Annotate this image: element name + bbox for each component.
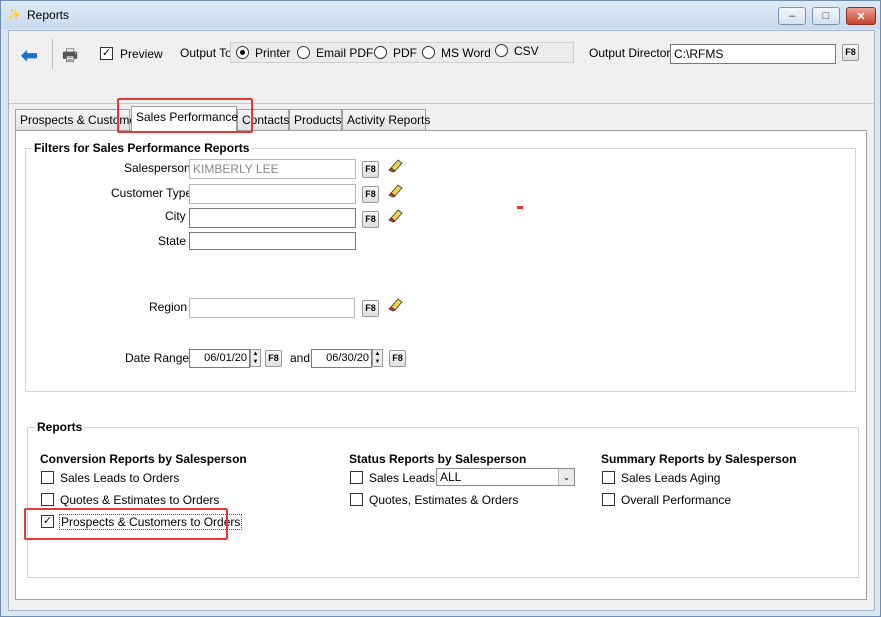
printer-icon[interactable]: 🖶 [62, 43, 78, 72]
customer-type-field[interactable] [189, 184, 356, 204]
sales-leads-filter-value: ALL [440, 470, 462, 484]
output-directory-label: Output Directory [589, 46, 677, 60]
radio-ms-word-label: MS Word [441, 46, 491, 60]
title-bar: ✨ Reports – □ ✕ [1, 1, 880, 29]
overall-performance-label: Overall Performance [621, 493, 732, 507]
highlight-prospects-customers-option [24, 508, 228, 540]
preview-label: Preview [120, 47, 163, 61]
date-from-f8-button[interactable]: F8 [265, 350, 282, 367]
salesperson-label: Salesperson [124, 161, 191, 175]
clear-salesperson-icon[interactable] [388, 157, 404, 173]
preview-checkbox[interactable]: ✓ [100, 47, 113, 60]
radio-pdf[interactable] [374, 46, 387, 59]
date-to-field[interactable]: 06/30/20 [311, 349, 372, 368]
minimize-button[interactable]: – [778, 7, 806, 25]
output-to-group: Printer Email PDF PDF MS Word CSV [230, 42, 574, 63]
radio-ms-word[interactable] [422, 46, 435, 59]
city-field[interactable] [189, 208, 356, 228]
tab-prospects-customers[interactable]: Prospects & Customers [15, 109, 146, 131]
output-to-label: Output To [180, 46, 232, 60]
date-range-label: Date Range [125, 351, 190, 365]
radio-printer-label: Printer [255, 46, 291, 60]
tab-products[interactable]: Products [289, 109, 342, 131]
reports-window: ✨ Reports – □ ✕ ⬅ 🖶 ✓ Preview Output To … [0, 0, 881, 617]
radio-email-pdf[interactable] [297, 46, 310, 59]
city-f8-button[interactable]: F8 [362, 211, 379, 228]
back-arrow-icon[interactable]: ⬅ [21, 43, 38, 68]
salesperson-field[interactable]: KIMBERLY LEE [189, 159, 356, 179]
customer-type-f8-button[interactable]: F8 [362, 186, 379, 203]
radio-pdf-label: PDF [393, 46, 417, 60]
toolbar: ⬅ 🖶 ✓ Preview Output To Printer Email PD… [9, 31, 874, 104]
region-field[interactable] [189, 298, 355, 318]
sales-leads-aging-checkbox[interactable] [602, 471, 615, 484]
salesperson-f8-button[interactable]: F8 [362, 161, 379, 178]
clear-region-icon[interactable] [388, 296, 404, 312]
and-label: and [290, 351, 311, 365]
radio-csv[interactable] [495, 44, 508, 57]
radio-printer[interactable] [236, 46, 249, 59]
state-field[interactable] [189, 232, 356, 250]
reports-title: Reports [35, 420, 85, 434]
filters-title: Filters for Sales Performance Reports [32, 141, 252, 155]
close-button[interactable]: ✕ [846, 7, 876, 25]
region-f8-button[interactable]: F8 [362, 300, 379, 317]
red-marker [517, 206, 523, 209]
quotes-estimates-to-orders-checkbox[interactable] [41, 493, 54, 506]
toolbar-divider [52, 39, 53, 69]
sales-leads-aging-label: Sales Leads Aging [621, 471, 721, 485]
status-sales-leads-checkbox[interactable] [350, 471, 363, 484]
state-label: State [158, 234, 187, 248]
date-to-spinner[interactable]: ▲ ▼ [372, 349, 383, 367]
status-sales-leads-label: Sales Leads [369, 471, 436, 485]
sales-leads-to-orders-checkbox[interactable] [41, 471, 54, 484]
status-heading: Status Reports by Salesperson [349, 452, 527, 466]
date-to-f8-button[interactable]: F8 [389, 350, 406, 367]
chevron-down-icon[interactable]: ⌄ [558, 469, 574, 485]
region-label: Region [149, 300, 188, 314]
sales-leads-filter-dropdown[interactable]: ALL ⌄ [436, 468, 575, 486]
tab-activity-reports[interactable]: Activity Reports [342, 109, 430, 131]
status-quotes-label: Quotes, Estimates & Orders [369, 493, 519, 507]
highlight-sales-performance-tab [117, 98, 253, 133]
maximize-button[interactable]: □ [812, 7, 840, 25]
status-quotes-checkbox[interactable] [350, 493, 363, 506]
sales-leads-to-orders-label: Sales Leads to Orders [60, 471, 180, 485]
clear-customer-type-icon[interactable] [388, 182, 404, 198]
output-directory-f8-button[interactable]: F8 [842, 44, 859, 61]
customer-type-label: Customer Type [111, 186, 193, 200]
clear-city-icon[interactable] [388, 207, 404, 223]
quotes-estimates-to-orders-label: Quotes & Estimates to Orders [60, 493, 220, 507]
window-title: Reports [27, 8, 70, 22]
date-from-spinner[interactable]: ▲ ▼ [250, 349, 261, 367]
conversion-heading: Conversion Reports by Salesperson [40, 452, 247, 466]
radio-csv-label: CSV [514, 44, 539, 58]
output-directory-field[interactable]: C:\RFMS [670, 44, 836, 64]
radio-email-pdf-label: Email PDF [316, 46, 374, 60]
city-label: City [165, 209, 186, 223]
app-icon: ✨ [7, 9, 21, 21]
date-from-field[interactable]: 06/01/20 [189, 349, 250, 368]
summary-heading: Summary Reports by Salesperson [601, 452, 797, 466]
overall-performance-checkbox[interactable] [602, 493, 615, 506]
